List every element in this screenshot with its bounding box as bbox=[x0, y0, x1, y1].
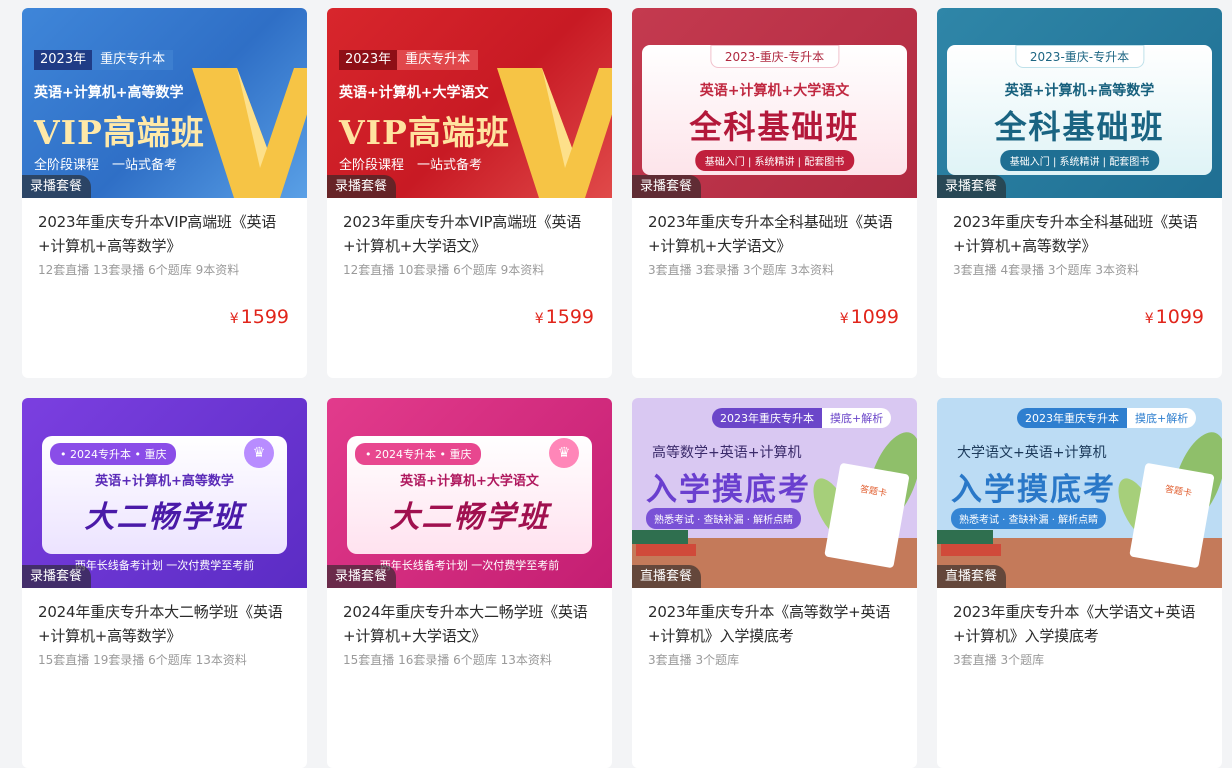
banner-class-name: 入学摸底考 bbox=[951, 472, 1116, 508]
banner-chip: • 2024专升本 • 重庆 bbox=[355, 443, 482, 465]
banner-header: 2023年 重庆专升本 bbox=[34, 50, 174, 70]
banner-place: 重庆专升本 bbox=[397, 50, 479, 70]
banner-class-name: 入学摸底考 bbox=[646, 472, 811, 508]
badge: 直播套餐 bbox=[632, 565, 702, 588]
badge: 录播套餐 bbox=[632, 175, 702, 198]
course-title[interactable]: 2023年重庆专升本《大学语文+英语+计算机》入学摸底考 bbox=[953, 600, 1206, 648]
banner-year: 2023年 bbox=[34, 50, 93, 70]
currency-symbol: ¥ bbox=[534, 311, 544, 327]
banner-subjects: 英语+计算机+大学语文 bbox=[400, 474, 539, 489]
banner-year: 2023年 bbox=[339, 50, 398, 70]
course-card[interactable]: 答题卡 2023年重庆专升本 摸底+解析 高等数学+英语+计算机 入学摸底考 熟… bbox=[632, 398, 917, 768]
course-banner: 答题卡 2023年重庆专升本 摸底+解析 大学语文+英语+计算机 入学摸底考 熟… bbox=[937, 398, 1222, 588]
currency-symbol: ¥ bbox=[839, 311, 849, 327]
banner-chip-year: 2023年重庆专升本 bbox=[1017, 408, 1127, 428]
banner-subjects: 英语+计算机+大学语文 bbox=[339, 85, 489, 101]
badge: 录播套餐 bbox=[327, 565, 397, 588]
banner-header: 2023年 重庆专升本 bbox=[339, 50, 479, 70]
course-banner: 2023年 重庆专升本 英语+计算机+大学语文 VIP高端班 全阶段课程 一站式… bbox=[327, 8, 612, 198]
course-card[interactable]: 2023年 重庆专升本 英语+计算机+大学语文 VIP高端班 全阶段课程 一站式… bbox=[327, 8, 612, 378]
banner-footer: 基础入门 | 系统精讲 | 配套图书 bbox=[694, 150, 855, 171]
badge: 录播套餐 bbox=[22, 565, 92, 588]
banner-subjects: 大学语文+英语+计算机 bbox=[957, 445, 1107, 461]
crown-icon: ♛ bbox=[244, 438, 274, 468]
badge: 录播套餐 bbox=[22, 175, 92, 198]
banner-class-name: VIP高端班 bbox=[339, 113, 510, 152]
course-meta: 15套直播 16套录播 6个题库 13本资料 bbox=[343, 653, 552, 667]
currency-symbol: ¥ bbox=[1144, 311, 1154, 327]
badge: 直播套餐 bbox=[937, 565, 1007, 588]
banner-footer: 熟悉考试 · 查缺补漏 · 解析点睛 bbox=[951, 508, 1107, 529]
course-price: ¥1099 bbox=[840, 306, 899, 328]
banner-class-name: 大二畅学班 bbox=[389, 500, 550, 535]
banner-chip: 2023-重庆-专升本 bbox=[709, 45, 840, 68]
course-grid: 2023年 重庆专升本 英语+计算机+高等数学 VIP高端班 全阶段课程 一站式… bbox=[0, 0, 1232, 768]
course-banner: 2023-重庆-专升本 英语+计算机+高等数学 全科基础班 基础入门 | 系统精… bbox=[937, 8, 1222, 198]
course-meta: 3套直播 3个题库 bbox=[953, 653, 1045, 667]
course-card[interactable]: 2023-重庆-专升本 英语+计算机+大学语文 全科基础班 基础入门 | 系统精… bbox=[632, 8, 917, 378]
banner-place: 重庆专升本 bbox=[92, 50, 174, 70]
badge: 录播套餐 bbox=[327, 175, 397, 198]
banner-chip-type: 摸底+解析 bbox=[822, 408, 892, 428]
banner-footer: 全阶段课程 一站式备考 bbox=[339, 158, 483, 173]
banner-subjects: 英语+计算机+高等数学 bbox=[95, 474, 234, 489]
course-meta: 15套直播 19套录播 6个题库 13本资料 bbox=[38, 653, 247, 667]
course-meta: 3套直播 3套录播 3个题库 3本资料 bbox=[648, 263, 834, 277]
banner-footer: 熟悉考试 · 查缺补漏 · 解析点睛 bbox=[646, 508, 802, 529]
price-value: 1599 bbox=[240, 306, 289, 328]
badge: 录播套餐 bbox=[937, 175, 1007, 198]
course-banner: • 2024专升本 • 重庆 ♛ 英语+计算机+高等数学 大二畅学班 两年长线备… bbox=[22, 398, 307, 588]
course-meta: 3套直播 3个题库 bbox=[648, 653, 740, 667]
banner-chip: 2023年重庆专升本 摸底+解析 bbox=[1017, 408, 1197, 428]
course-price: ¥1599 bbox=[535, 306, 594, 328]
course-title[interactable]: 2023年重庆专升本《高等数学+英语+计算机》入学摸底考 bbox=[648, 600, 901, 648]
course-meta: 12套直播 13套录播 6个题库 9本资料 bbox=[38, 263, 240, 277]
course-meta: 12套直播 10套录播 6个题库 9本资料 bbox=[343, 263, 545, 277]
course-title[interactable]: 2023年重庆专升本VIP高端班《英语+计算机+高等数学》 bbox=[38, 210, 291, 258]
course-card[interactable]: 2023-重庆-专升本 英语+计算机+高等数学 全科基础班 基础入门 | 系统精… bbox=[937, 8, 1222, 378]
banner-chip: 2023-重庆-专升本 bbox=[1014, 45, 1145, 68]
course-banner: • 2024专升本 • 重庆 ♛ 英语+计算机+大学语文 大二畅学班 两年长线备… bbox=[327, 398, 612, 588]
course-title[interactable]: 2023年重庆专升本全科基础班《英语+计算机+高等数学》 bbox=[953, 210, 1206, 258]
banner-subjects: 英语+计算机+高等数学 bbox=[1004, 83, 1155, 99]
banner-chip-year: 2023年重庆专升本 bbox=[712, 408, 822, 428]
banner-subjects: 英语+计算机+大学语文 bbox=[699, 83, 850, 99]
banner-chip-type: 摸底+解析 bbox=[1127, 408, 1197, 428]
banner-footer: 全阶段课程 一站式备考 bbox=[34, 158, 178, 173]
crown-icon: ♛ bbox=[549, 438, 579, 468]
course-card[interactable]: 2023年 重庆专升本 英语+计算机+高等数学 VIP高端班 全阶段课程 一站式… bbox=[22, 8, 307, 378]
course-title[interactable]: 2023年重庆专升本全科基础班《英语+计算机+大学语文》 bbox=[648, 210, 901, 258]
banner-class-name: 全科基础班 bbox=[994, 108, 1165, 146]
banner-class-name: 全科基础班 bbox=[689, 108, 860, 146]
course-title[interactable]: 2024年重庆专升本大二畅学班《英语+计算机+高等数学》 bbox=[38, 600, 291, 648]
banner-chip: 2023年重庆专升本 摸底+解析 bbox=[712, 408, 892, 428]
course-card[interactable]: • 2024专升本 • 重庆 ♛ 英语+计算机+高等数学 大二畅学班 两年长线备… bbox=[22, 398, 307, 768]
price-value: 1099 bbox=[1155, 306, 1204, 328]
course-meta: 3套直播 4套录播 3个题库 3本资料 bbox=[953, 263, 1139, 277]
course-price: ¥1599 bbox=[230, 306, 289, 328]
price-value: 1099 bbox=[850, 306, 899, 328]
banner-class-name: 大二畅学班 bbox=[84, 500, 245, 535]
course-card[interactable]: • 2024专升本 • 重庆 ♛ 英语+计算机+大学语文 大二畅学班 两年长线备… bbox=[327, 398, 612, 768]
currency-symbol: ¥ bbox=[229, 311, 239, 327]
course-price: ¥1099 bbox=[1145, 306, 1204, 328]
banner-footer: 基础入门 | 系统精讲 | 配套图书 bbox=[999, 150, 1160, 171]
course-title[interactable]: 2023年重庆专升本VIP高端班《英语+计算机+大学语文》 bbox=[343, 210, 596, 258]
banner-subjects: 高等数学+英语+计算机 bbox=[652, 445, 802, 461]
banner-subjects: 英语+计算机+高等数学 bbox=[34, 85, 184, 101]
course-banner: 2023-重庆-专升本 英语+计算机+大学语文 全科基础班 基础入门 | 系统精… bbox=[632, 8, 917, 198]
course-banner: 2023年 重庆专升本 英语+计算机+高等数学 VIP高端班 全阶段课程 一站式… bbox=[22, 8, 307, 198]
price-value: 1599 bbox=[545, 306, 594, 328]
course-card[interactable]: 答题卡 2023年重庆专升本 摸底+解析 大学语文+英语+计算机 入学摸底考 熟… bbox=[937, 398, 1222, 768]
banner-class-name: VIP高端班 bbox=[34, 113, 205, 152]
course-banner: 答题卡 2023年重庆专升本 摸底+解析 高等数学+英语+计算机 入学摸底考 熟… bbox=[632, 398, 917, 588]
course-title[interactable]: 2024年重庆专升本大二畅学班《英语+计算机+大学语文》 bbox=[343, 600, 596, 648]
banner-chip: • 2024专升本 • 重庆 bbox=[50, 443, 177, 465]
